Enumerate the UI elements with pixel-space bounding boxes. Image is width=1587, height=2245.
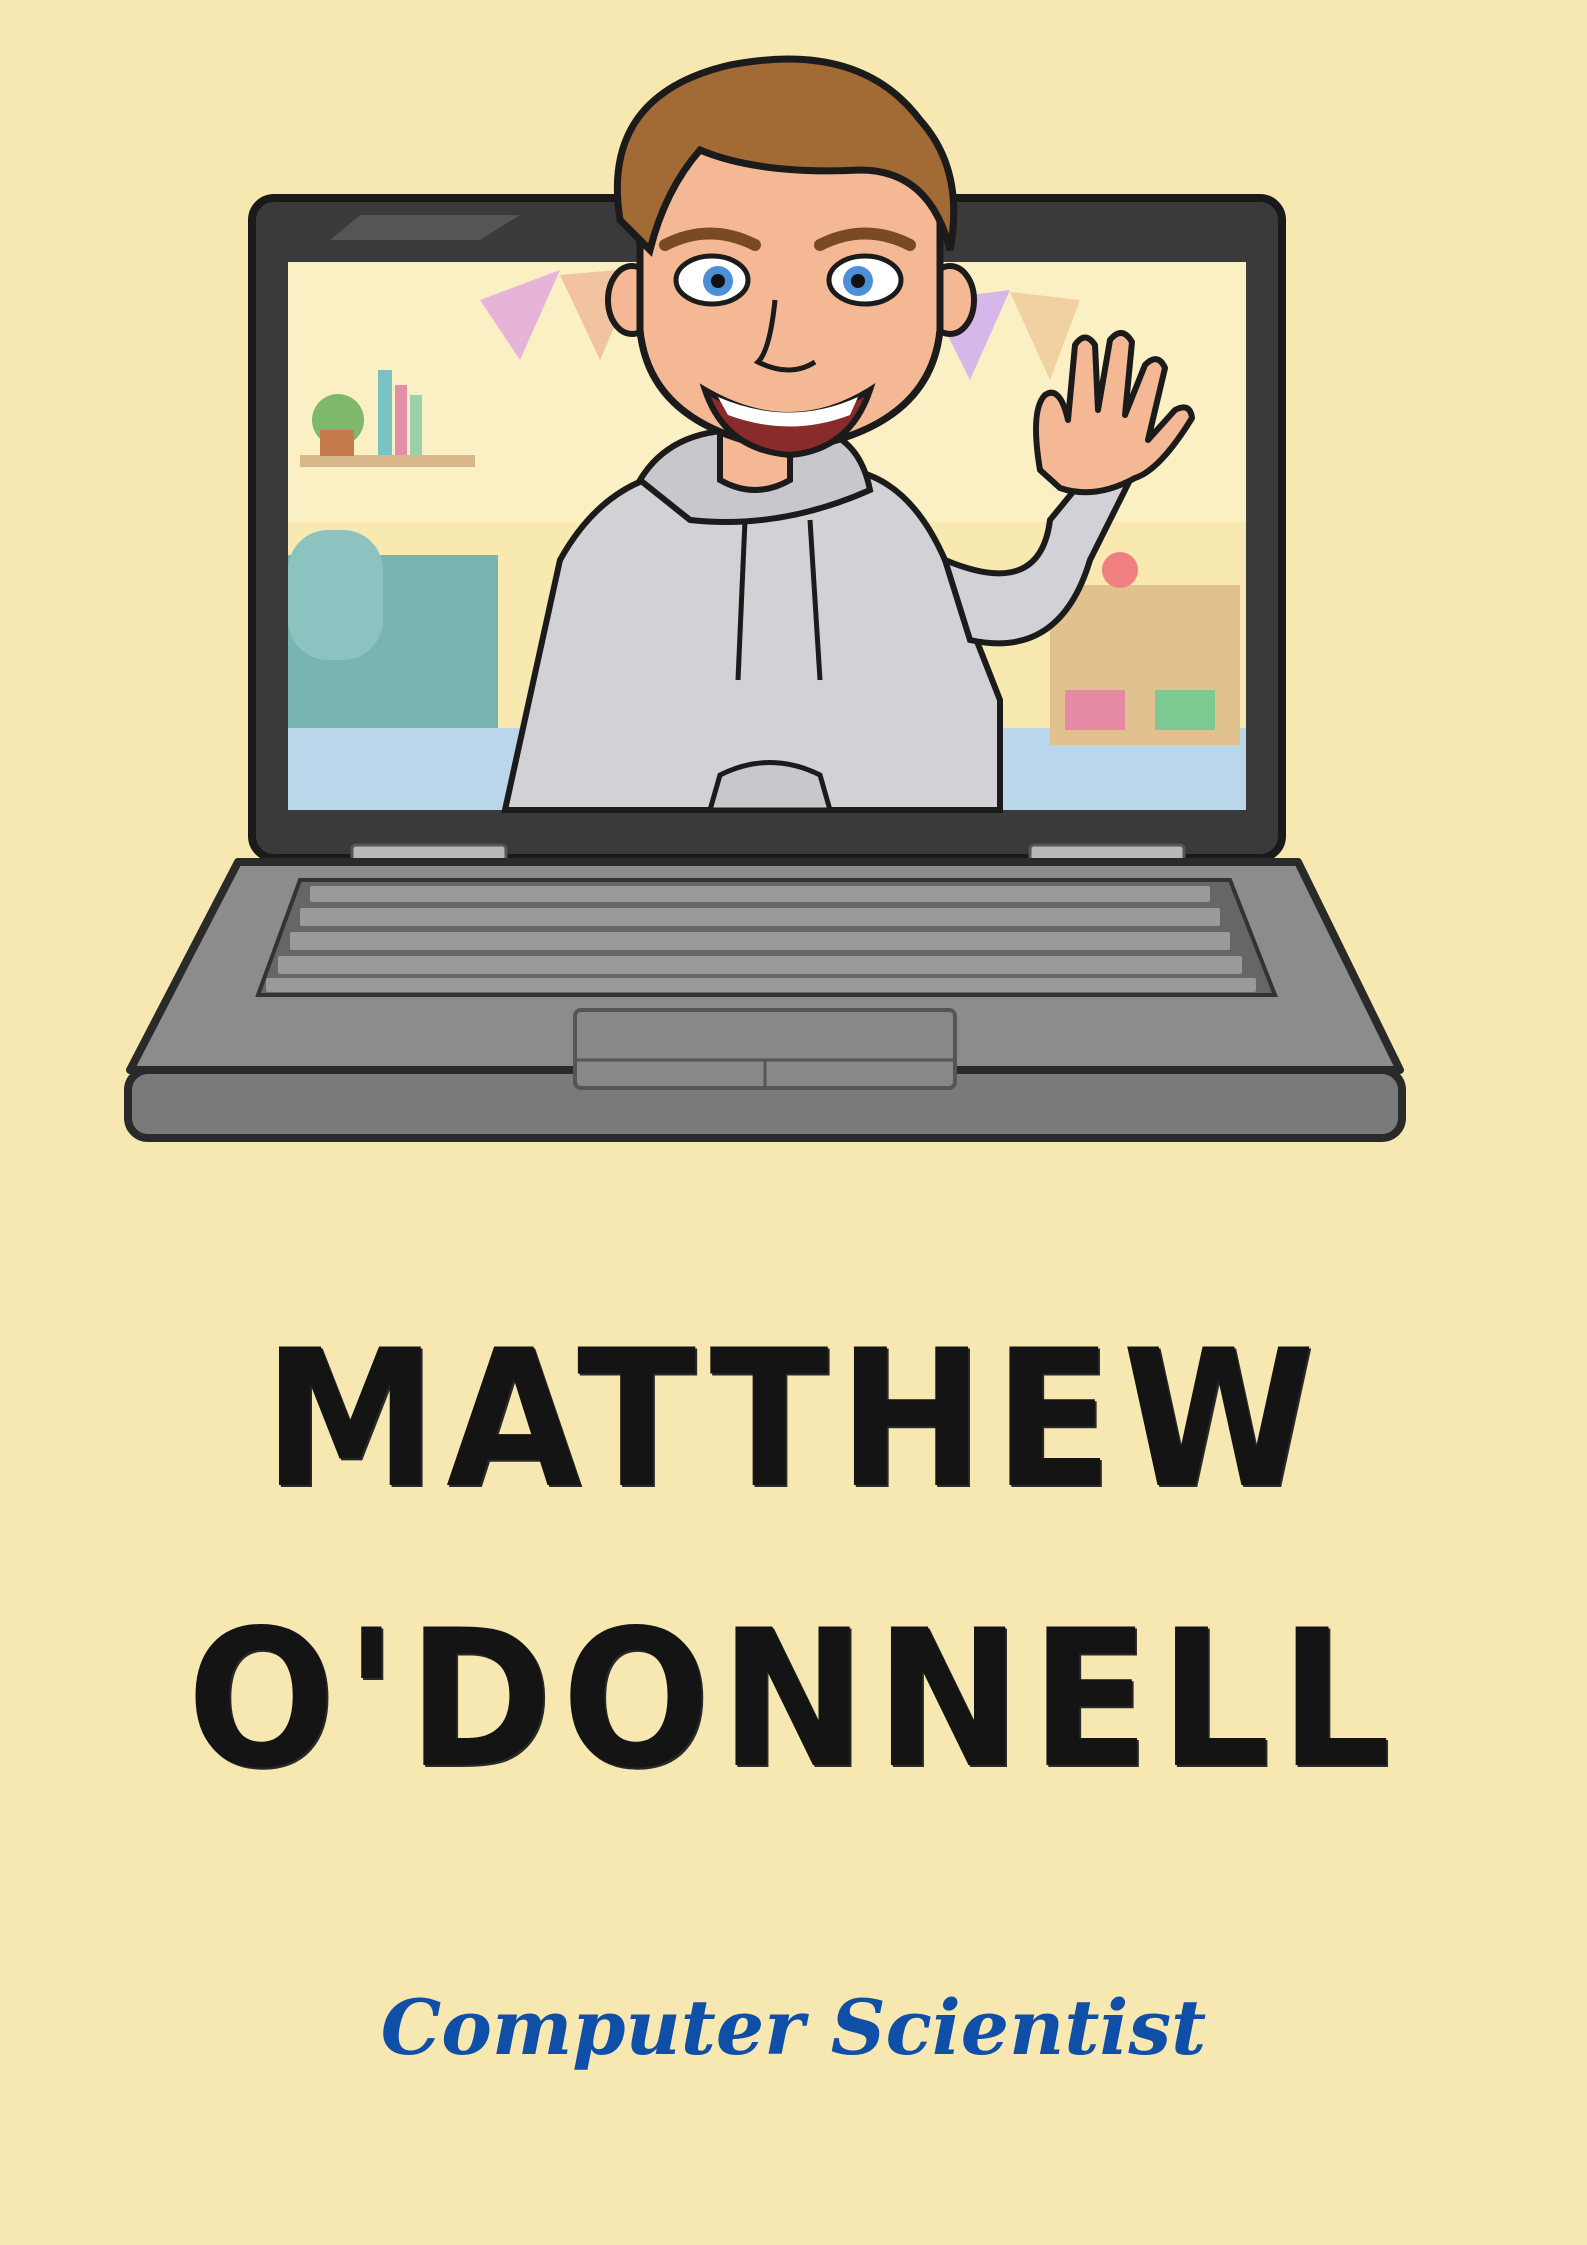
name-last-line: O'DONNELL <box>186 1589 1401 1810</box>
job-title: Computer Scientist <box>380 1983 1207 2072</box>
name-first-line: MATTHEW <box>262 1309 1325 1530</box>
laptop-avatar-illustration <box>124 55 1406 1142</box>
